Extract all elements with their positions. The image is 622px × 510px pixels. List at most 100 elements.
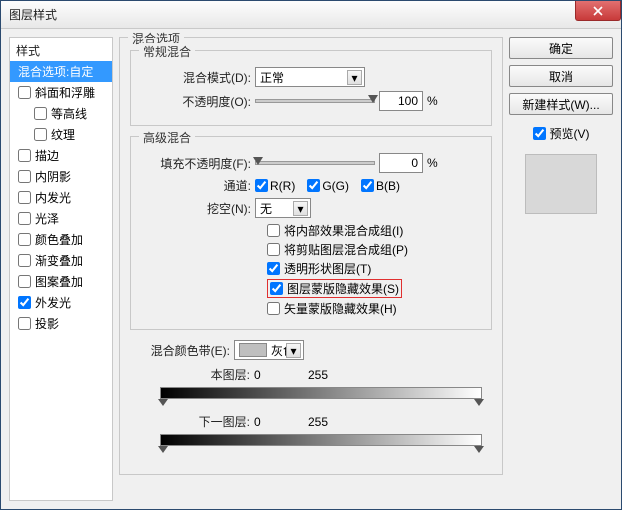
adv-check-label: 图层蒙版隐藏效果(S) [287, 280, 399, 297]
adv-check-label: 将内部效果混合成组(I) [284, 222, 403, 239]
this-high: 255 [308, 368, 328, 382]
sidebar-item-6[interactable]: 内发光 [10, 187, 112, 208]
sidebar-item-3[interactable]: 纹理 [10, 124, 112, 145]
channel-r[interactable]: R(R) [255, 179, 295, 193]
right-panel: 确定 取消 新建样式(W)... 预览(V) [509, 37, 613, 501]
opacity-input[interactable] [379, 91, 423, 111]
blend-options-group: 混合选项 常规混合 混合模式(D): 正常 ▾ 不透明度(O): [119, 37, 503, 475]
sidebar-checkbox[interactable] [18, 86, 31, 99]
sidebar-item-label: 内阴影 [35, 168, 71, 185]
highlighted-option: 图层蒙版隐藏效果(S) [267, 279, 402, 298]
adv-checkbox[interactable] [267, 243, 280, 256]
sidebar-item-label: 纹理 [51, 126, 75, 143]
window-title: 图层样式 [9, 6, 57, 23]
this-low: 0 [254, 368, 304, 382]
sidebar-checkbox[interactable] [18, 296, 31, 309]
sidebar-checkbox[interactable] [18, 149, 31, 162]
this-layer-label: 本图层: [150, 366, 250, 383]
chevron-down-icon: ▾ [347, 70, 362, 85]
ok-button[interactable]: 确定 [509, 37, 613, 59]
adv-check-row-0: 将内部效果混合成组(I) [267, 222, 481, 239]
chevron-down-icon: ▾ [293, 201, 308, 216]
sidebar-item-8[interactable]: 颜色叠加 [10, 229, 112, 250]
titlebar: 图层样式 [1, 1, 621, 29]
fill-opacity-slider[interactable] [255, 161, 375, 165]
blend-mode-select[interactable]: 正常 ▾ [255, 67, 365, 87]
sidebar-item-label: 图案叠加 [35, 273, 83, 290]
adv-check-label: 矢量蒙版隐藏效果(H) [284, 300, 397, 317]
sidebar-checkbox[interactable] [18, 191, 31, 204]
knockout-select[interactable]: 无 ▾ [255, 198, 311, 218]
general-blend-group: 常规混合 混合模式(D): 正常 ▾ 不透明度(O): [130, 50, 492, 126]
sidebar-item-0[interactable]: 混合选项:自定 [10, 61, 112, 82]
sidebar-item-label: 描边 [35, 147, 59, 164]
sidebar-checkbox[interactable] [34, 128, 47, 141]
adv-checkbox[interactable] [267, 262, 280, 275]
fill-opacity-input[interactable] [379, 153, 423, 173]
adv-check-label: 透明形状图层(T) [284, 260, 371, 277]
fill-opacity-unit: % [427, 156, 438, 170]
sidebar-item-label: 渐变叠加 [35, 252, 83, 269]
styles-sidebar: 样式 混合选项:自定斜面和浮雕等高线纹理描边内阴影内发光光泽颜色叠加渐变叠加图案… [9, 37, 113, 501]
adv-check-row-2: 透明形状图层(T) [267, 260, 481, 277]
adv-checkbox[interactable] [267, 224, 280, 237]
adv-checkbox[interactable] [270, 282, 283, 295]
this-layer-gradient[interactable] [160, 387, 482, 399]
sidebar-item-label: 等高线 [51, 105, 87, 122]
channel-b[interactable]: B(B) [361, 179, 400, 193]
opacity-label: 不透明度(O): [141, 93, 251, 110]
preview-checkbox[interactable] [533, 127, 546, 140]
sidebar-item-1[interactable]: 斜面和浮雕 [10, 82, 112, 103]
sidebar-checkbox[interactable] [18, 170, 31, 183]
under-low: 0 [254, 415, 304, 429]
adv-check-row-4: 矢量蒙版隐藏效果(H) [267, 300, 481, 317]
sidebar-item-4[interactable]: 描边 [10, 145, 112, 166]
sidebar-checkbox[interactable] [18, 317, 31, 330]
sidebar-item-5[interactable]: 内阴影 [10, 166, 112, 187]
blend-if-label: 混合颜色带(E): [130, 342, 230, 359]
chevron-down-icon: ▾ [286, 343, 301, 358]
sidebar-checkbox[interactable] [18, 275, 31, 288]
sidebar-item-10[interactable]: 图案叠加 [10, 271, 112, 292]
sidebar-item-label: 外发光 [35, 294, 71, 311]
sidebar-item-2[interactable]: 等高线 [10, 103, 112, 124]
sidebar-item-label: 斜面和浮雕 [35, 84, 95, 101]
main-panel: 混合选项 常规混合 混合模式(D): 正常 ▾ 不透明度(O): [119, 37, 503, 501]
under-layer-gradient[interactable] [160, 434, 482, 446]
adv-checkbox[interactable] [267, 302, 280, 315]
sidebar-item-12[interactable]: 投影 [10, 313, 112, 334]
preview-label: 预览(V) [550, 125, 590, 142]
gray-swatch-icon [239, 343, 267, 357]
sidebar-item-label: 投影 [35, 315, 59, 332]
sidebar-checkbox[interactable] [18, 212, 31, 225]
channels-label: 通道: [141, 177, 251, 194]
opacity-unit: % [427, 94, 438, 108]
advanced-blend-title: 高级混合 [139, 129, 195, 146]
sidebar-item-7[interactable]: 光泽 [10, 208, 112, 229]
advanced-blend-group: 高级混合 填充不透明度(F): % 通道: R(R) G(G) B(B) [130, 136, 492, 330]
sidebar-heading: 样式 [10, 40, 112, 61]
adv-check-label: 将剪贴图层混合成组(P) [284, 241, 408, 258]
blend-if-select[interactable]: 灰色 ▾ [234, 340, 304, 360]
opacity-slider[interactable] [255, 99, 375, 103]
under-layer-label: 下一图层: [150, 413, 250, 430]
general-blend-title: 常规混合 [139, 43, 195, 60]
new-style-button[interactable]: 新建样式(W)... [509, 93, 613, 115]
sidebar-item-label: 颜色叠加 [35, 231, 83, 248]
sidebar-item-label: 混合选项:自定 [18, 63, 93, 80]
cancel-button[interactable]: 取消 [509, 65, 613, 87]
knockout-label: 挖空(N): [141, 200, 251, 217]
sidebar-checkbox[interactable] [18, 254, 31, 267]
sidebar-item-11[interactable]: 外发光 [10, 292, 112, 313]
layer-style-dialog: 图层样式 样式 混合选项:自定斜面和浮雕等高线纹理描边内阴影内发光光泽颜色叠加渐… [0, 0, 622, 510]
sidebar-item-label: 光泽 [35, 210, 59, 227]
blend-mode-label: 混合模式(D): [141, 69, 251, 86]
adv-check-row-1: 将剪贴图层混合成组(P) [267, 241, 481, 258]
sidebar-checkbox[interactable] [18, 233, 31, 246]
preview-swatch [525, 154, 597, 214]
channel-g[interactable]: G(G) [307, 179, 349, 193]
sidebar-item-9[interactable]: 渐变叠加 [10, 250, 112, 271]
adv-check-row-3: 图层蒙版隐藏效果(S) [267, 279, 481, 298]
close-button[interactable] [575, 1, 621, 21]
sidebar-checkbox[interactable] [34, 107, 47, 120]
